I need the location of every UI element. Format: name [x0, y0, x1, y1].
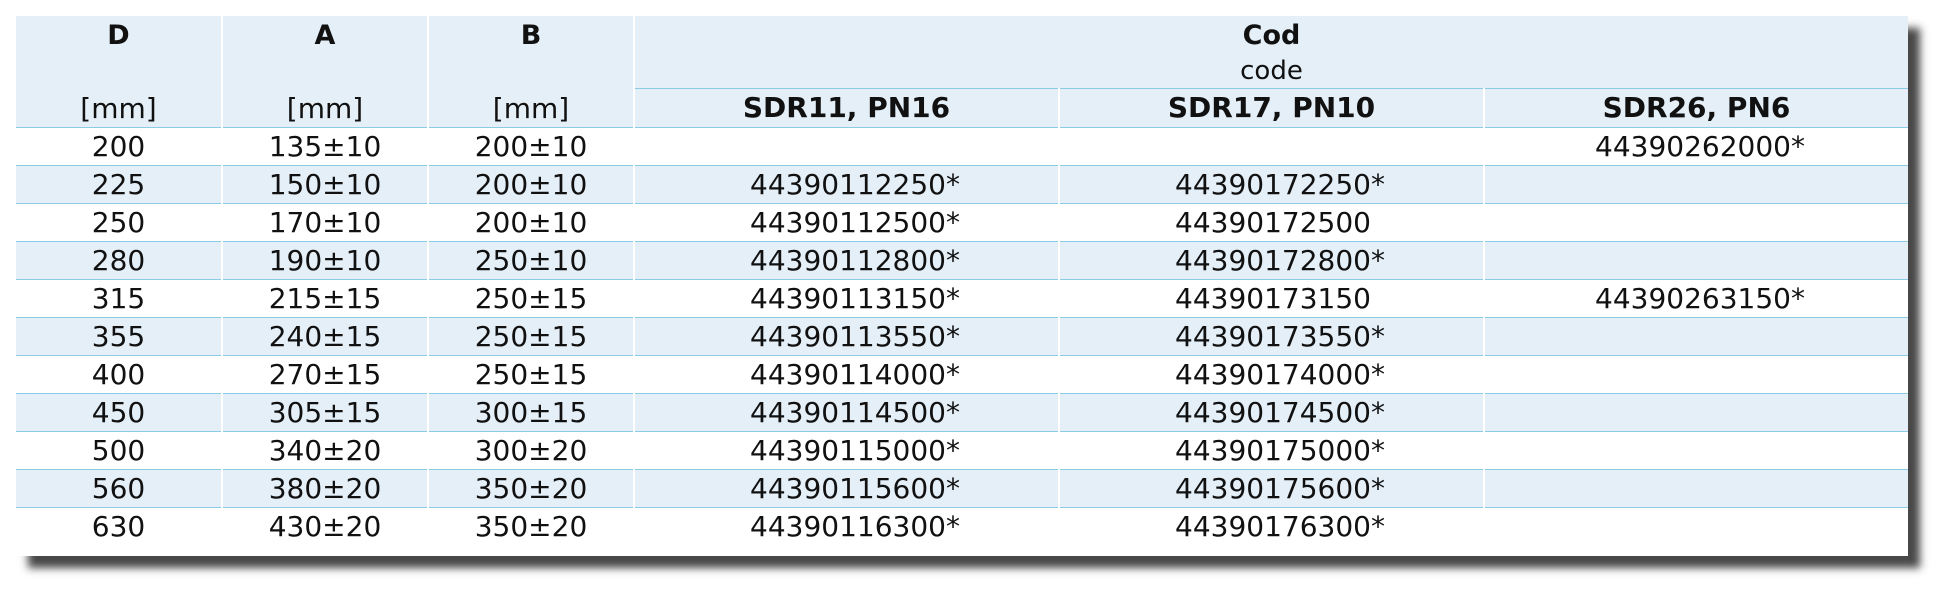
cell-b: 300±15 — [428, 393, 635, 432]
header-a: A — [222, 16, 429, 89]
cell-b: 200±10 — [428, 203, 635, 242]
cell-b: 250±10 — [428, 241, 635, 280]
unit-d: [mm] — [16, 88, 223, 128]
table-row: 280 190±10 250±10 44390112800* 443901728… — [16, 241, 1908, 280]
cell-sdr26 — [1484, 203, 1908, 242]
table-row: 225 150±10 200±10 44390112250* 443901722… — [16, 165, 1908, 204]
table-body: 200 135±10 200±10 44390262000* 225 150±1… — [16, 127, 1908, 545]
table-row: 630 430±20 350±20 44390116300* 443901763… — [16, 507, 1908, 545]
cell-d: 500 — [16, 431, 223, 470]
cell-sdr26 — [1484, 355, 1908, 394]
cell-b: 250±15 — [428, 317, 635, 356]
cell-sdr26 — [1484, 317, 1908, 356]
cell-b: 350±20 — [428, 469, 635, 508]
cell-a: 270±15 — [222, 355, 429, 394]
cell-sdr11: 44390112500* — [634, 203, 1060, 242]
header-sdr17: SDR17, PN10 — [1059, 88, 1485, 128]
cell-sdr11: 44390114500* — [634, 393, 1060, 432]
cell-b: 300±20 — [428, 431, 635, 470]
unit-a: [mm] — [222, 88, 429, 128]
cell-a: 135±10 — [222, 127, 429, 166]
unit-b: [mm] — [428, 88, 635, 128]
dimension-table-card: D A B Cod code [mm] [mm] [mm] SDR11, PN1… — [16, 16, 1908, 556]
table-row: 560 380±20 350±20 44390115600* 443901756… — [16, 469, 1908, 508]
cell-d: 450 — [16, 393, 223, 432]
table-row: 315 215±15 250±15 44390113150* 443901731… — [16, 279, 1908, 318]
header-d: D — [16, 16, 223, 89]
cell-sdr26 — [1484, 393, 1908, 432]
cell-sdr17: 44390174500* — [1059, 393, 1485, 432]
header-sdr11: SDR11, PN16 — [634, 88, 1060, 128]
table-row: 355 240±15 250±15 44390113550* 443901735… — [16, 317, 1908, 356]
cell-a: 340±20 — [222, 431, 429, 470]
cell-a: 305±15 — [222, 393, 429, 432]
table-row: 250 170±10 200±10 44390112500* 443901725… — [16, 203, 1908, 242]
cell-d: 315 — [16, 279, 223, 318]
header-cod-label: Cod — [1242, 20, 1301, 51]
header-sdr26: SDR26, PN6 — [1484, 88, 1908, 128]
cell-sdr17: 44390173150 — [1059, 279, 1485, 318]
cell-a: 190±10 — [222, 241, 429, 280]
cell-sdr11: 44390115000* — [634, 431, 1060, 470]
cell-sdr17: 44390172800* — [1059, 241, 1485, 280]
cell-a: 150±10 — [222, 165, 429, 204]
header-code-label: code — [1240, 56, 1303, 86]
cell-sdr11: 44390113150* — [634, 279, 1060, 318]
cell-d: 225 — [16, 165, 223, 204]
cell-b: 200±10 — [428, 127, 635, 166]
cell-sdr11: 44390112800* — [634, 241, 1060, 280]
cell-sdr17: 44390175600* — [1059, 469, 1485, 508]
cell-b: 200±10 — [428, 165, 635, 204]
table-row: 400 270±15 250±15 44390114000* 443901740… — [16, 355, 1908, 394]
cell-sdr26 — [1484, 165, 1908, 204]
cell-sdr26 — [1484, 469, 1908, 508]
cell-a: 240±15 — [222, 317, 429, 356]
table-header: D A B Cod code [mm] [mm] [mm] SDR11, PN1… — [16, 16, 1908, 128]
table-row: 200 135±10 200±10 44390262000* — [16, 127, 1908, 166]
cell-sdr11: 44390112250* — [634, 165, 1060, 204]
cell-sdr26 — [1484, 507, 1908, 545]
cell-a: 170±10 — [222, 203, 429, 242]
cell-sdr26: 44390263150* — [1484, 279, 1908, 318]
cell-b: 250±15 — [428, 355, 635, 394]
cell-sdr11: 44390113550* — [634, 317, 1060, 356]
cell-d: 560 — [16, 469, 223, 508]
cell-sdr11 — [634, 127, 1060, 166]
cell-sdr26: 44390262000* — [1484, 127, 1908, 166]
cell-sdr26 — [1484, 241, 1908, 280]
header-cod: Cod code — [634, 16, 1908, 89]
cell-sdr11: 44390114000* — [634, 355, 1060, 394]
cell-sdr26 — [1484, 431, 1908, 470]
cell-a: 215±15 — [222, 279, 429, 318]
cell-sdr17: 44390175000* — [1059, 431, 1485, 470]
cell-sdr11: 44390116300* — [634, 507, 1060, 545]
cell-d: 630 — [16, 507, 223, 545]
cell-d: 400 — [16, 355, 223, 394]
cell-b: 250±15 — [428, 279, 635, 318]
cell-d: 280 — [16, 241, 223, 280]
cell-d: 250 — [16, 203, 223, 242]
header-b: B — [428, 16, 635, 89]
cell-sdr17: 44390174000* — [1059, 355, 1485, 394]
table-row: 500 340±20 300±20 44390115000* 443901750… — [16, 431, 1908, 470]
cell-sdr17: 44390176300* — [1059, 507, 1485, 545]
cell-b: 350±20 — [428, 507, 635, 545]
table-row: 450 305±15 300±15 44390114500* 443901745… — [16, 393, 1908, 432]
cell-sdr11: 44390115600* — [634, 469, 1060, 508]
cell-a: 380±20 — [222, 469, 429, 508]
cell-d: 200 — [16, 127, 223, 166]
cell-sdr17: 44390173550* — [1059, 317, 1485, 356]
cell-sdr17: 44390172250* — [1059, 165, 1485, 204]
cell-sdr17 — [1059, 127, 1485, 166]
cell-d: 355 — [16, 317, 223, 356]
cell-sdr17: 44390172500 — [1059, 203, 1485, 242]
dimension-code-table: D A B Cod code [mm] [mm] [mm] SDR11, PN1… — [16, 16, 1908, 545]
cell-a: 430±20 — [222, 507, 429, 545]
